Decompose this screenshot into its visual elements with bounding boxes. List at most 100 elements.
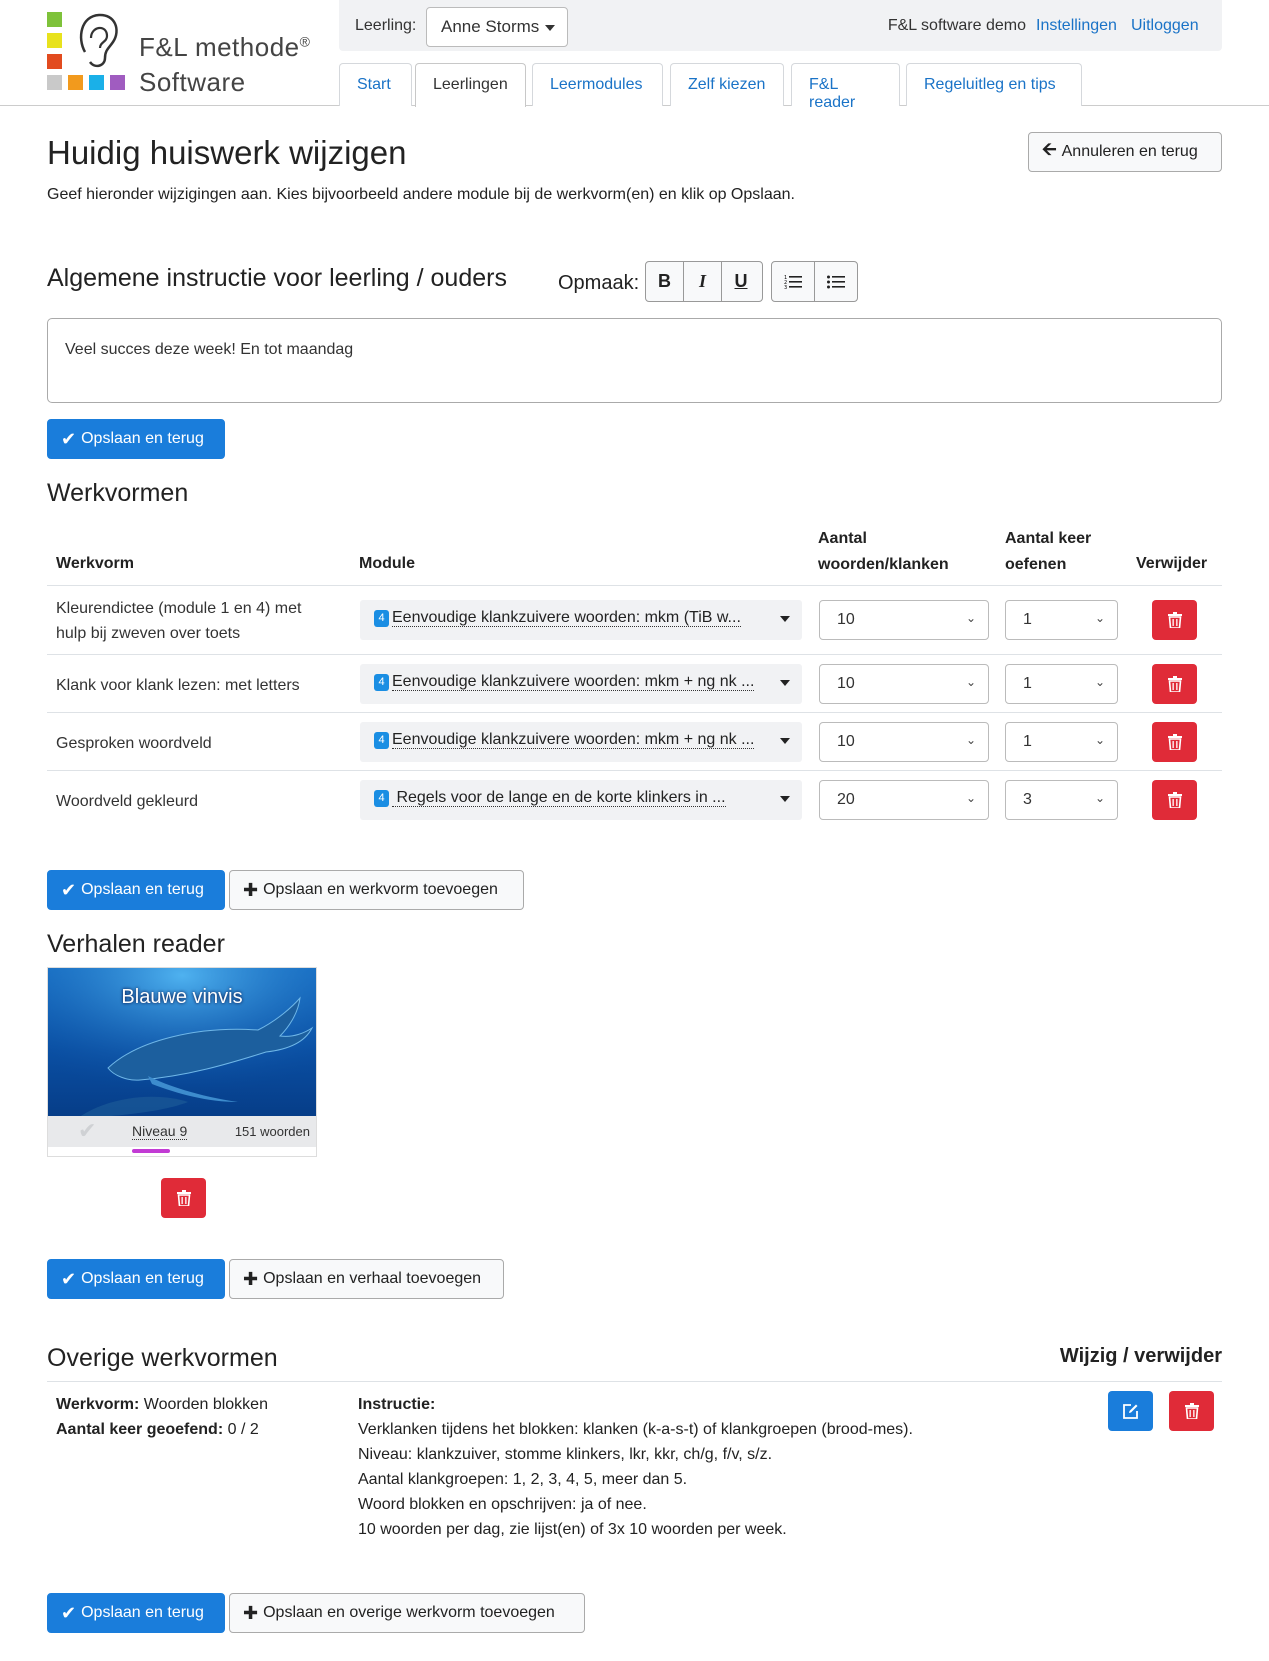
tab-start[interactable]: Start [339,63,412,106]
delete-werkvorm-button[interactable] [1152,664,1197,704]
cancel-button[interactable]: 🡨 Annuleren en terug [1028,132,1222,172]
add-overige-button[interactable]: ✚ Opslaan en overige werkvorm toevoegen [229,1593,585,1633]
word-count-select[interactable]: 10 ⌄ [819,722,989,762]
table-divider [47,770,1222,771]
chevron-down-icon: ⌄ [1094,733,1105,747]
word-count-select[interactable]: 20 ⌄ [819,780,989,820]
trash-icon [1167,734,1182,750]
trash-icon [1184,1403,1199,1419]
table-divider [47,712,1222,713]
add-werkvorm-button[interactable]: ✚ Opslaan en werkvorm toevoegen [229,870,524,910]
instruction-textarea[interactable]: Veel succes deze week! En tot maandag [47,318,1222,403]
trash-icon [1167,792,1182,808]
delete-werkvorm-button[interactable] [1152,780,1197,820]
check-icon: ✔ [61,879,77,900]
story-level: Niveau 9 [132,1123,188,1140]
edit-overige-button[interactable] [1108,1391,1153,1431]
delete-werkvorm-button[interactable] [1152,722,1197,762]
page-subtitle: Geef hieronder wijzigingen aan. Kies bij… [47,186,795,203]
format-toolbar: B I U [645,261,763,302]
tab-leerlingen[interactable]: Leerlingen [415,63,526,107]
underline-button[interactable]: U [722,262,760,301]
logo-square-red [47,54,62,69]
check-icon: ✔ [61,1268,77,1289]
tab-regeluitleg[interactable]: Regeluitleg en tips [906,63,1082,106]
caret-down-icon [780,616,790,622]
plus-icon: ✚ [243,1268,259,1289]
logo-square-green [47,12,62,27]
col-verwijder: Verwijder [1136,555,1208,572]
module-select[interactable]: 4 Eenvoudige klankzuivere woorden: mkm + … [360,722,802,762]
story-title: Blauwe vinvis [121,986,243,1008]
bold-button[interactable]: B [646,262,684,301]
story-progress-bar [132,1149,170,1153]
repeat-count-select[interactable]: 1 ⌄ [1005,664,1118,704]
module-select[interactable]: 4 Eenvoudige klankzuivere woorden: mkm + … [360,664,802,704]
reader-heading: Verhalen reader [47,930,225,958]
demo-account-name: F&L software demo [887,17,1026,34]
werkvorm-name: Kleurendictee (module 1 en 4) met hulp bi… [56,600,302,642]
trash-icon [176,1190,191,1206]
trash-icon [1167,612,1182,628]
logout-link[interactable]: Uitloggen [1131,17,1199,35]
col-aantal-keer: Aantal keer oefenen [1005,530,1092,573]
caret-down-icon [780,680,790,686]
logo-square-yellow [47,33,62,48]
logo-square-purple [110,75,125,90]
tab-zelf-kiezen[interactable]: Zelf kiezen [670,63,784,106]
col-aantal: Aantal woorden/klanken [818,530,949,573]
student-label: Leerling: [355,17,417,34]
werkvorm-name: Klank voor klank lezen: met letters [56,677,300,694]
italic-button[interactable]: I [684,262,722,301]
repeat-count-select[interactable]: 1 ⌄ [1005,600,1118,640]
delete-story-button[interactable] [161,1178,206,1218]
story-card[interactable]: Blauwe vinvis ✔ Niveau 9 151 woorden [47,967,317,1157]
caret-down-icon [780,796,790,802]
plus-icon: ✚ [243,1602,259,1623]
tab-leermodules[interactable]: Leermodules [532,63,663,106]
delete-overige-button[interactable] [1169,1391,1214,1431]
col-module: Module [359,555,415,572]
ear-icon [79,13,118,68]
section-divider [47,1381,1222,1382]
save-instruction-button[interactable]: ✔ Opslaan en terug [47,419,225,459]
word-count-select[interactable]: 10 ⌄ [819,600,989,640]
brand-subname: Software [139,67,246,97]
logo-square-grey [47,75,62,90]
chevron-down-icon: ⌄ [965,791,976,805]
plus-icon: ✚ [243,879,259,900]
repeat-count-select[interactable]: 3 ⌄ [1005,780,1118,820]
module-select[interactable]: 4 Eenvoudige klankzuivere woorden: mkm (T… [360,600,802,640]
overige-werkvorm: Werkvorm: Woorden blokken [56,1396,268,1413]
check-icon: ✔ [61,428,77,449]
repeat-count-select[interactable]: 1 ⌄ [1005,722,1118,762]
module-select[interactable]: 4 Regels voor de lange en de korte klink… [360,780,802,820]
delete-werkvorm-button[interactable] [1152,600,1197,640]
save-reader-button[interactable]: ✔ Opslaan en terug [47,1259,225,1299]
logo-square-cyan [89,75,104,90]
svg-text:3: 3 [784,285,787,290]
arrow-left-icon: 🡨 [1042,139,1057,159]
settings-link[interactable]: Instellingen [1036,17,1117,35]
brand-name: F&L methode® [139,32,311,62]
module-level-badge: 4 [374,674,389,691]
check-icon: ✔ [78,1118,97,1143]
bullet-list-icon[interactable] [815,262,858,301]
format-label: Opmaak: [558,272,640,294]
logo[interactable]: F&L methode® Software [47,12,327,97]
page-title: Huidig huiswerk wijzigen [47,134,407,171]
tab-fl-reader[interactable]: F&L reader [791,63,900,111]
instruction-heading: Algemene instructie voor leerling / oude… [47,264,507,292]
trash-icon [1167,676,1182,692]
overige-geoefend: Aantal keer geoefend: 0 / 2 [56,1421,259,1438]
student-select[interactable]: Anne Storms [426,7,568,47]
save-werkvormen-button[interactable]: ✔ Opslaan en terug [47,870,225,910]
ordered-list-icon[interactable]: 123 [772,262,815,301]
add-story-button[interactable]: ✚ Opslaan en verhaal toevoegen [229,1259,504,1299]
word-count-select[interactable]: 10 ⌄ [819,664,989,704]
werkvormen-heading: Werkvormen [47,479,189,507]
top-bar: Leerling: Anne Storms F&L software demo … [339,0,1222,51]
app-header: F&L methode® Software Leerling: Anne Sto… [0,0,1269,111]
check-icon: ✔ [61,1602,77,1623]
save-overige-button[interactable]: ✔ Opslaan en terug [47,1593,225,1633]
